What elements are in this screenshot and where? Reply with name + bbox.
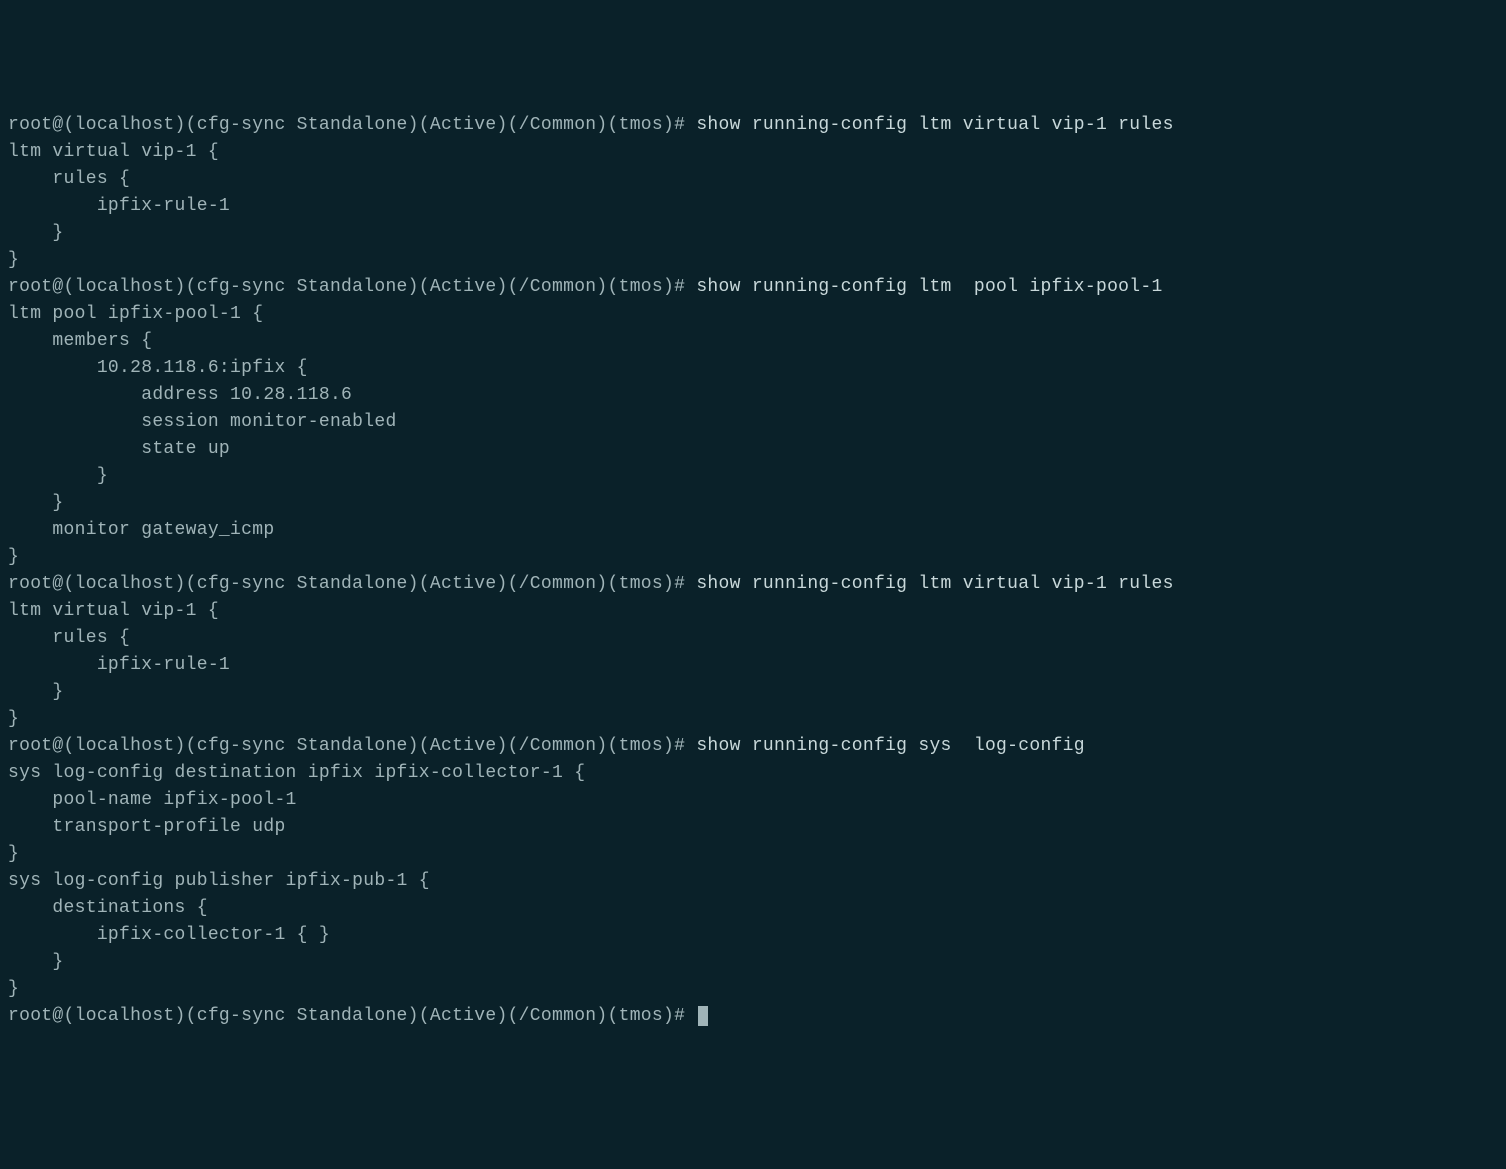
command-line: root@(localhost)(cfg-sync Standalone)(Ac… [8, 733, 1498, 760]
output-line: session monitor-enabled [8, 409, 1498, 436]
output-line: } [8, 544, 1498, 571]
command-line: root@(localhost)(cfg-sync Standalone)(Ac… [8, 112, 1498, 139]
output-line: ipfix-rule-1 [8, 193, 1498, 220]
output-line: } [8, 220, 1498, 247]
shell-prompt: root@(localhost)(cfg-sync Standalone)(Ac… [8, 115, 696, 135]
command-text: show running-config ltm pool ipfix-pool-… [696, 277, 1162, 297]
output-line: } [8, 679, 1498, 706]
output-line: pool-name ipfix-pool-1 [8, 787, 1498, 814]
output-line: ipfix-rule-1 [8, 652, 1498, 679]
command-line-active[interactable]: root@(localhost)(cfg-sync Standalone)(Ac… [8, 1003, 1498, 1030]
output-line: ltm virtual vip-1 { [8, 139, 1498, 166]
output-line: ltm pool ipfix-pool-1 { [8, 301, 1498, 328]
output-line: ltm virtual vip-1 { [8, 598, 1498, 625]
shell-prompt: root@(localhost)(cfg-sync Standalone)(Ac… [8, 1006, 696, 1026]
output-line: state up [8, 436, 1498, 463]
command-line: root@(localhost)(cfg-sync Standalone)(Ac… [8, 571, 1498, 598]
output-line: sys log-config publisher ipfix-pub-1 { [8, 868, 1498, 895]
output-line: address 10.28.118.6 [8, 382, 1498, 409]
output-line: } [8, 490, 1498, 517]
output-line: sys log-config destination ipfix ipfix-c… [8, 760, 1498, 787]
command-text: show running-config sys log-config [696, 736, 1085, 756]
output-line: destinations { [8, 895, 1498, 922]
output-line: transport-profile udp [8, 814, 1498, 841]
command-text: show running-config ltm virtual vip-1 ru… [696, 574, 1173, 594]
shell-prompt: root@(localhost)(cfg-sync Standalone)(Ac… [8, 277, 696, 297]
output-line: rules { [8, 166, 1498, 193]
command-line: root@(localhost)(cfg-sync Standalone)(Ac… [8, 274, 1498, 301]
output-line: } [8, 841, 1498, 868]
output-line: } [8, 463, 1498, 490]
output-line: rules { [8, 625, 1498, 652]
cursor-icon [698, 1006, 708, 1026]
command-text: show running-config ltm virtual vip-1 ru… [696, 115, 1173, 135]
terminal-output[interactable]: root@(localhost)(cfg-sync Standalone)(Ac… [8, 112, 1498, 1030]
output-line: members { [8, 328, 1498, 355]
output-line: ipfix-collector-1 { } [8, 922, 1498, 949]
output-line: monitor gateway_icmp [8, 517, 1498, 544]
output-line: 10.28.118.6:ipfix { [8, 355, 1498, 382]
output-line: } [8, 949, 1498, 976]
output-line: } [8, 706, 1498, 733]
shell-prompt: root@(localhost)(cfg-sync Standalone)(Ac… [8, 736, 696, 756]
output-line: } [8, 976, 1498, 1003]
shell-prompt: root@(localhost)(cfg-sync Standalone)(Ac… [8, 574, 696, 594]
output-line: } [8, 247, 1498, 274]
